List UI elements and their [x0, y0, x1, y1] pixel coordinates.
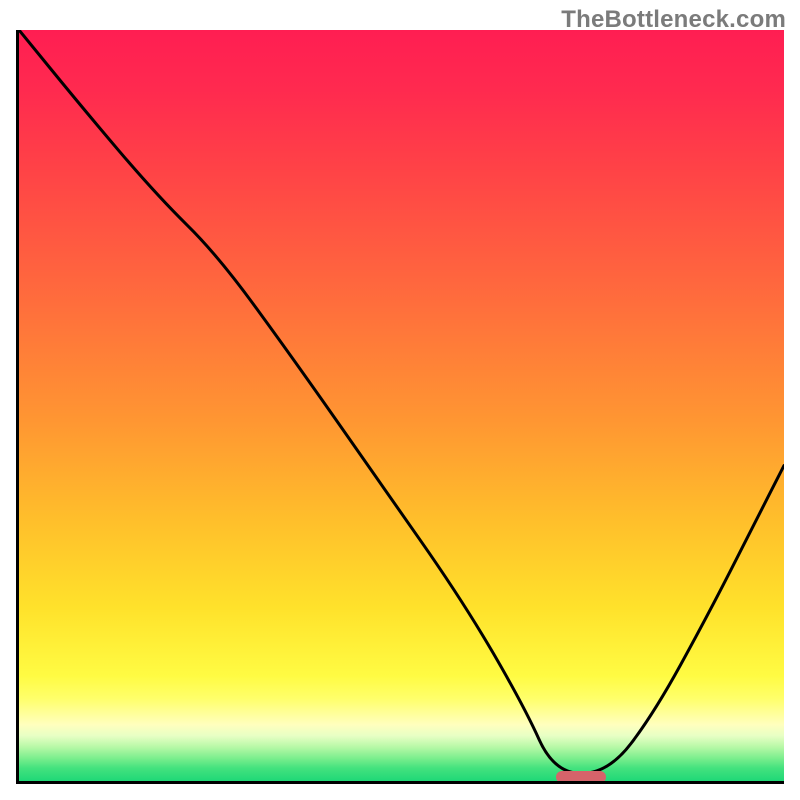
chart-frame: TheBottleneck.com — [0, 0, 800, 800]
y-axis — [16, 30, 19, 784]
x-axis — [16, 781, 784, 784]
watermark-text: TheBottleneck.com — [561, 6, 786, 34]
plot-area — [16, 30, 784, 784]
bottleneck-curve — [19, 30, 784, 781]
